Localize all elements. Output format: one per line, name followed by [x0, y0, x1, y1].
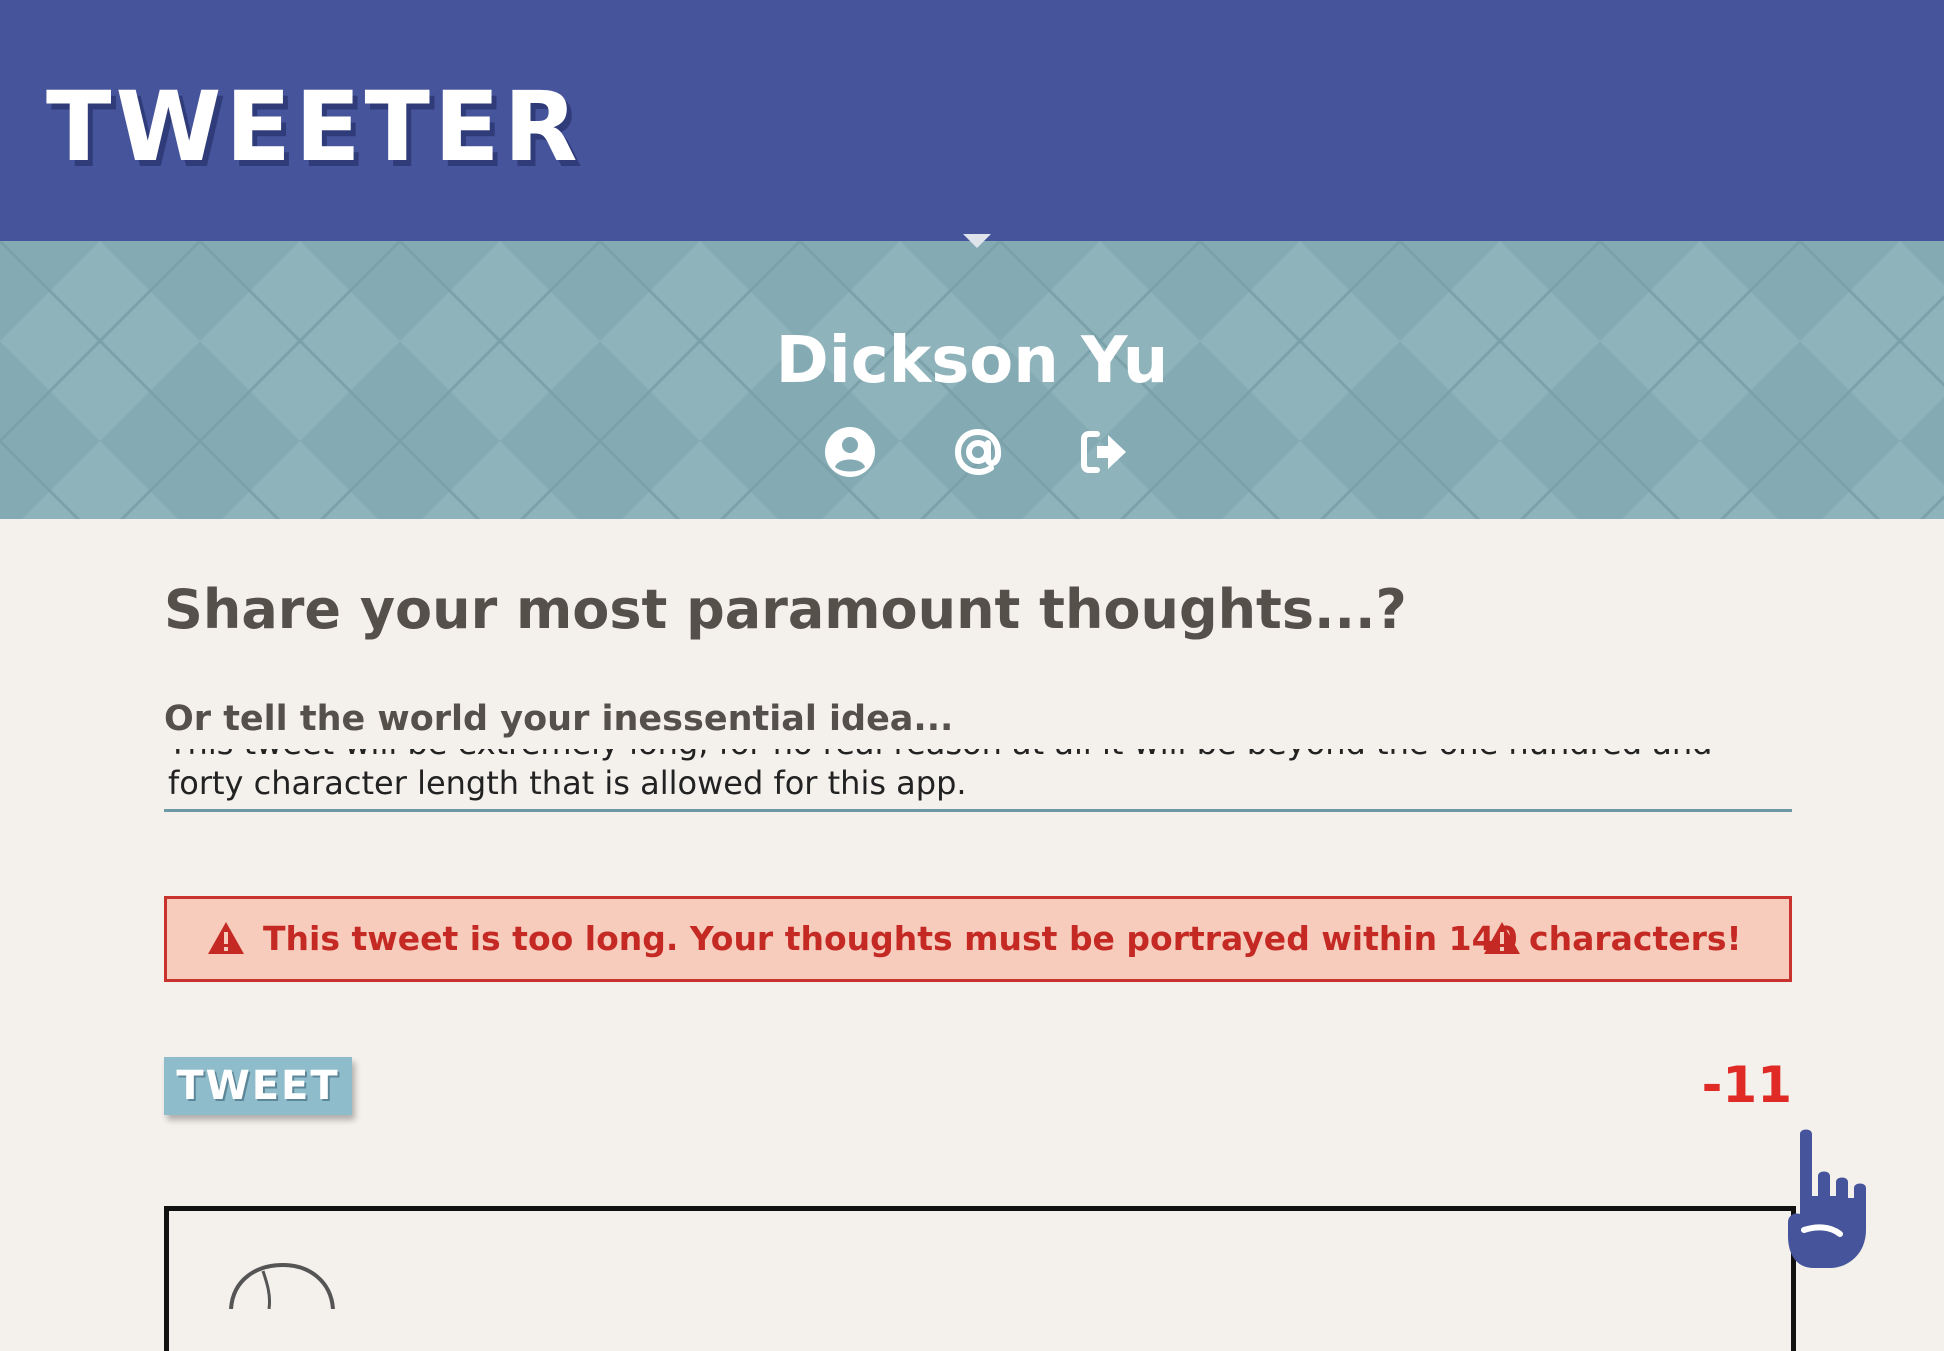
avatar — [229, 1262, 335, 1309]
profile-button[interactable] — [823, 425, 877, 479]
brand-logo[interactable]: TWEETER — [46, 72, 582, 182]
user-circle-icon — [825, 427, 875, 477]
mentions-button[interactable] — [951, 425, 1005, 479]
tweet-text-value: This tweet will be extremely long, for n… — [168, 749, 1712, 802]
warning-icon — [208, 922, 244, 954]
compose-headline: Share your most paramount thoughts...? — [164, 578, 1407, 641]
warning-icon — [1484, 922, 1520, 954]
logout-button[interactable] — [1077, 425, 1131, 479]
profile-name: Dickson Yu — [775, 324, 1169, 398]
error-alert: This tweet is too long. Your thoughts mu… — [164, 896, 1792, 982]
at-sign-icon — [954, 428, 1002, 476]
profile-banner: Dickson Yu — [0, 241, 1944, 519]
tweet-textarea[interactable]: This tweet will be extremely long, for n… — [164, 749, 1792, 812]
sign-out-icon — [1081, 431, 1126, 473]
top-navbar: TWEETER — [0, 0, 1944, 241]
compose-sublabel: Or tell the world your inessential idea.… — [164, 699, 954, 739]
character-counter: -11 — [1701, 1056, 1792, 1114]
tweet-card — [164, 1206, 1796, 1351]
tweet-button[interactable]: TWEET — [164, 1057, 352, 1115]
pointing-hand-icon — [1788, 1129, 1866, 1268]
